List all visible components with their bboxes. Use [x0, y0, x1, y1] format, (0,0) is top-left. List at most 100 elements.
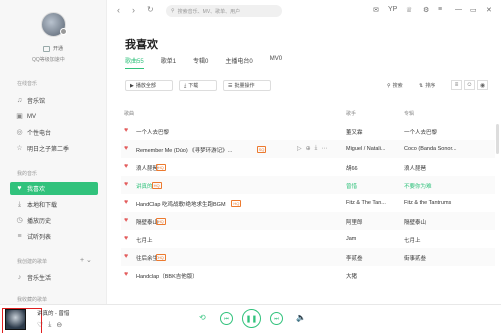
heart-icon[interactable]: ♥ — [124, 199, 128, 206]
volume-icon[interactable]: 🔈 — [296, 313, 306, 322]
open-vip-button[interactable]: 开通 — [43, 45, 63, 52]
menu-icon[interactable]: ≡ — [438, 6, 442, 13]
pause-button[interactable]: ❚❚ — [242, 309, 261, 328]
settings-icon[interactable]: ⚙ — [423, 6, 429, 14]
tab-albums[interactable]: 专辑0 — [193, 56, 208, 69]
song-album[interactable]: 不要你为难 — [404, 182, 474, 190]
heart-icon[interactable]: ♥ — [124, 163, 128, 170]
table-row[interactable]: ♥ 浪人琵琶 HQ 胡66 浪人琵琶 — [121, 158, 495, 176]
song-singer[interactable]: 曾惜 — [346, 182, 401, 190]
add-playlist-icon[interactable]: + ⌄ — [80, 256, 92, 264]
radio-icon: ◎ — [16, 129, 23, 136]
like-icon[interactable]: ♡ — [37, 321, 43, 329]
sidebar-item-favorites[interactable]: ♥ 我喜欢 — [10, 182, 98, 195]
table-row[interactable]: ♥ 七月上 Jam 七月上 — [121, 230, 495, 248]
table-row[interactable]: ♥ 一个人去巴黎 董又霖 一个人去巴黎 — [121, 122, 495, 140]
table-row[interactable]: ♥ Remember Me (Dúo) 《寻梦环游记》... SQ ▷ ⊕ ⤓ ⋯ Migue… — [121, 140, 495, 158]
minimize-icon[interactable]: — — [455, 6, 462, 13]
song-album[interactable]: Fitz & the Tantrums — [404, 200, 474, 206]
loop-mode-icon[interactable]: ⟲ — [199, 313, 206, 322]
sidebar-item-show[interactable]: ☆ 明日之子第二季 — [10, 142, 98, 155]
table-row[interactable]: ♥ HandClap 吃鸡战歌!绝地求生跑BGM HQ Fitz & The Tan.… — [121, 194, 495, 212]
tab-playlists[interactable]: 歌单1 — [161, 56, 176, 69]
download-icon[interactable]: ⤓ — [315, 145, 318, 152]
album-view-icon[interactable]: ◉ — [477, 80, 488, 90]
song-title[interactable]: Handclap（BBK吉他版） — [136, 272, 198, 280]
search-button[interactable]: ⚲ 搜索 — [387, 82, 403, 90]
song-title[interactable]: 往后余生 — [136, 254, 158, 262]
now-playing-actions: ♡ ⤓ ⊖ — [37, 321, 62, 329]
tab-mv[interactable]: MV0 — [270, 56, 282, 69]
song-singer[interactable]: 董又霖 — [346, 128, 401, 136]
sidebar-item-label: 本地和下载 — [27, 203, 58, 209]
sidebar-item-history[interactable]: ◷ 播放历史 — [10, 214, 98, 227]
sidebar-item-local[interactable]: ⤓ 本地和下载 — [10, 198, 98, 211]
heart-icon[interactable]: ♥ — [124, 235, 128, 242]
heart-icon: ♥ — [17, 185, 22, 192]
song-album[interactable]: 浪人琵琶 — [404, 164, 474, 172]
sort-button[interactable]: ⇅ 排序 — [419, 82, 435, 90]
song-album[interactable]: 一个人去巴黎 — [404, 128, 474, 136]
song-singer[interactable]: 胡66 — [346, 164, 401, 172]
sidebar-item-mv[interactable]: ▣ MV — [10, 110, 98, 123]
heart-icon[interactable]: ♥ — [124, 127, 128, 134]
download-icon[interactable]: ⤓ — [48, 321, 51, 329]
mini-mode-icon[interactable]: ▭ — [470, 6, 477, 14]
table-row[interactable]: ♥ 隔壁泰山 HQ 阿里郎 隔壁泰山 — [121, 212, 495, 230]
song-title[interactable]: 七月上 — [136, 236, 153, 244]
song-title[interactable]: 讲真的 — [136, 182, 153, 190]
heart-icon[interactable]: ♥ — [124, 271, 128, 278]
back-icon[interactable]: ‹ — [117, 5, 120, 15]
song-title[interactable]: 隔壁泰山 — [136, 218, 158, 226]
song-title[interactable]: Remember Me (Dúo) 《寻梦环游记》... — [136, 146, 232, 154]
song-singer[interactable]: 阿里郎 — [346, 218, 401, 226]
song-singer[interactable]: Miguel / Natali... — [346, 146, 401, 152]
refresh-icon[interactable]: ↻ — [147, 5, 154, 14]
download-button[interactable]: ⤓ 下载 — [179, 80, 217, 91]
tab-radio[interactable]: 主播电台0 — [225, 56, 252, 69]
tab-songs[interactable]: 歌曲55 — [125, 56, 144, 69]
next-button[interactable]: ⏭ — [270, 312, 283, 325]
heart-icon[interactable]: ♥ — [124, 145, 128, 152]
scrollbar[interactable] — [496, 124, 499, 154]
list-view-icon[interactable]: ≡ — [451, 80, 462, 90]
song-album[interactable]: Coco (Banda Sonor... — [404, 146, 474, 152]
song-album[interactable]: 隔壁泰山 — [404, 218, 474, 226]
song-singer[interactable]: Jam — [346, 236, 401, 242]
play-all-button[interactable]: ▶ 播放全部 — [125, 80, 173, 91]
more-icon[interactable]: ⊖ — [56, 321, 62, 329]
sidebar-item-radio[interactable]: ◎ 个性电台 — [10, 126, 98, 139]
previous-button[interactable]: ⏮ — [220, 312, 233, 325]
user-avatar[interactable] — [41, 12, 67, 37]
batch-button[interactable]: ☰ 批量操作 — [223, 80, 271, 91]
table-row[interactable]: ♥ Handclap（BBK吉他版） 大猪 — [121, 266, 495, 284]
more-icon[interactable]: ⋯ — [321, 145, 327, 152]
heart-icon[interactable]: ♥ — [124, 253, 128, 260]
table-row[interactable]: ♥ 往后余生 HQ 李贰叁 街事贰叁 — [121, 248, 495, 266]
song-title[interactable]: 浪人琵琶 — [136, 164, 158, 172]
sidebar-item-trial[interactable]: ≡ 试听列表 — [10, 230, 98, 243]
singer-view-icon[interactable]: ☺ — [464, 80, 475, 90]
song-title[interactable]: HandClap 吃鸡战歌!绝地求生跑BGM — [136, 200, 226, 208]
forward-icon[interactable]: › — [132, 5, 135, 15]
sidebar-item-music-hall[interactable]: ♫ 音乐馆 — [10, 94, 98, 107]
heart-icon[interactable]: ♥ — [124, 181, 128, 188]
song-singer[interactable]: 大猪 — [346, 272, 401, 280]
song-album[interactable]: 街事贰叁 — [404, 254, 474, 262]
table-row[interactable]: ♥ 讲真的 HQ 曾惜 不要你为难 — [121, 176, 495, 194]
song-title[interactable]: 一个人去巴黎 — [136, 128, 169, 136]
skin-icon[interactable]: ♕ — [406, 6, 412, 14]
vip-badge[interactable]: YP — [388, 6, 397, 13]
close-icon[interactable]: ✕ — [486, 6, 492, 14]
heart-icon[interactable]: ♥ — [124, 217, 128, 224]
song-singer[interactable]: 李贰叁 — [346, 254, 401, 262]
song-singer[interactable]: Fitz & The Tan... — [346, 200, 401, 206]
mail-icon[interactable]: ✉ — [373, 6, 379, 14]
song-album[interactable]: 七月上 — [404, 236, 474, 244]
section-title-collected: 我收藏的歌单 — [17, 297, 48, 303]
play-icon[interactable]: ▷ — [297, 145, 302, 152]
sidebar-item-playlist[interactable]: ♪ 音乐生活 — [10, 271, 98, 284]
search-input[interactable]: ⚲ 搜索音乐、MV、歌单、用户 — [166, 5, 282, 17]
search-label: 搜索 — [392, 83, 403, 89]
add-icon[interactable]: ⊕ — [306, 145, 311, 152]
